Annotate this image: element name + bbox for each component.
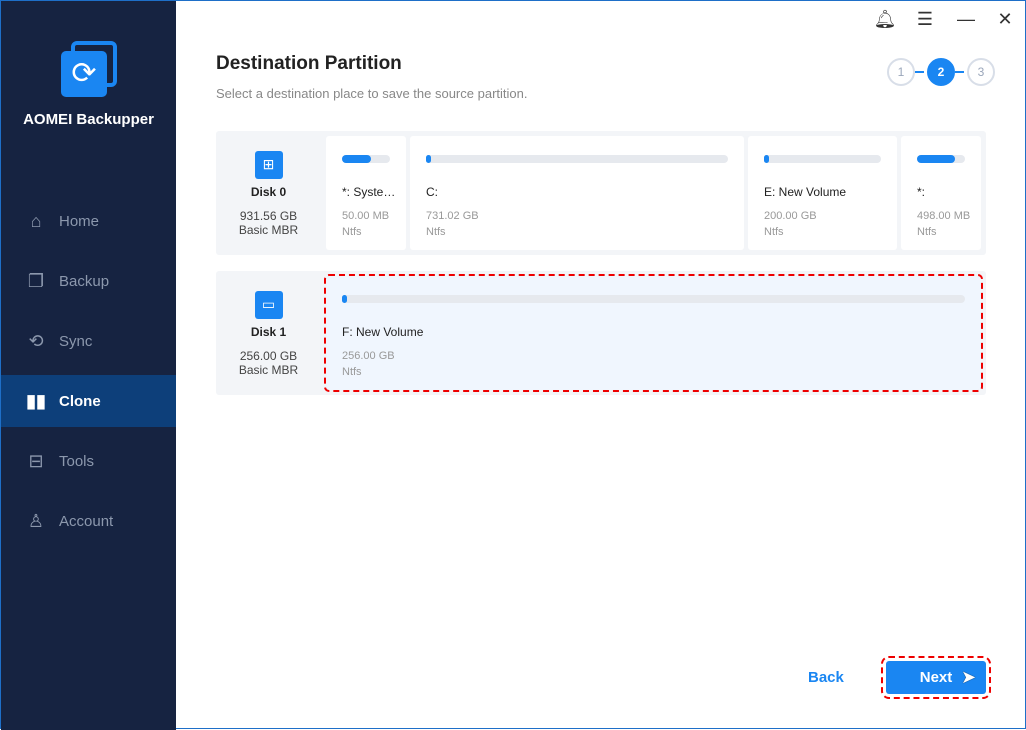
sidebar-item-label: Tools <box>59 452 95 470</box>
sync-icon: ⟲ <box>28 330 44 351</box>
back-button[interactable]: Back <box>808 669 844 686</box>
sidebar-item-label: Home <box>59 212 100 230</box>
partition-size: 498.00 MB <box>917 210 971 222</box>
sidebar: ⟳ AOMEI Backupper ⌂ Home ❐ Backup ⟲ Sync ▮▮… <box>1 1 176 730</box>
partition-fs: Ntfs <box>917 226 937 238</box>
partition-name: F: New Volume <box>342 325 424 339</box>
app-window: ⟳ AOMEI Backupper ⌂ Home ❐ Backup ⟲ Sync ▮▮… <box>0 0 1026 730</box>
disk-type: Basic MBR <box>238 363 299 377</box>
sidebar-item-label: Backup <box>59 272 110 290</box>
minimize-icon[interactable]: — <box>954 9 978 30</box>
menu-icon[interactable]: ☰ <box>913 9 937 30</box>
usage-bar <box>764 155 881 163</box>
sidebar-item-clone[interactable]: ▮▮ Clone <box>1 375 176 427</box>
clone-icon: ▮▮ <box>26 390 46 411</box>
sidebar-item-label: Account <box>59 512 114 530</box>
partition-card[interactable]: E: New Volume 200.00 GB Ntfs <box>748 136 897 250</box>
partition-size: 256.00 GB <box>342 350 395 362</box>
step-2: 2 <box>927 58 955 86</box>
sidebar-item-label: Clone <box>59 392 101 410</box>
partition-name: *: <box>917 185 926 199</box>
usage-bar <box>342 295 965 303</box>
usage-bar <box>426 155 728 163</box>
disk-name: Disk 1 <box>250 325 287 339</box>
partition-name: C: <box>426 185 438 199</box>
app-name: AOMEI Backupper <box>23 111 154 128</box>
step-3: 3 <box>967 58 995 86</box>
page-subtitle: Select a destination place to save the s… <box>216 86 528 101</box>
partition-card[interactable]: C: 731.02 GB Ntfs <box>410 136 744 250</box>
sidebar-item-sync[interactable]: ⟲ Sync <box>1 315 176 367</box>
disk-size: 256.00 GB <box>239 349 298 363</box>
usage-bar <box>917 155 965 163</box>
step-connector <box>915 71 924 73</box>
usage-bar <box>342 155 390 163</box>
partition-card[interactable]: *: System... 50.00 MB Ntfs <box>326 136 406 250</box>
account-icon: ♙ <box>27 510 45 531</box>
backup-icon: ❐ <box>27 270 45 291</box>
partition-fs: Ntfs <box>342 226 362 238</box>
sidebar-item-account[interactable]: ♙ Account <box>1 495 176 547</box>
disk-row: ⊞ Disk 0 931.56 GB Basic MBR *: System..… <box>216 131 986 255</box>
step-connector <box>955 71 964 73</box>
sidebar-item-label: Sync <box>59 332 93 350</box>
bell-icon[interactable]: 🔔︎ <box>873 9 897 30</box>
disk-info: ⊞ Disk 0 931.56 GB Basic MBR <box>216 131 321 255</box>
tools-icon: ⊟ <box>28 450 44 471</box>
partition-name: *: System... <box>342 185 404 199</box>
partition-name: E: New Volume <box>764 185 847 199</box>
app-logo-icon: ⟳ <box>61 41 117 97</box>
disk-icon: ▭ <box>254 291 283 319</box>
sidebar-item-home[interactable]: ⌂ Home <box>1 195 176 247</box>
sidebar-item-backup[interactable]: ❐ Backup <box>1 255 176 307</box>
partition-size: 200.00 GB <box>764 210 817 222</box>
disk-name: Disk 0 <box>250 185 287 199</box>
disk-row: ▭ Disk 1 256.00 GB Basic MBR F: New Volu… <box>216 271 986 395</box>
page-title: Destination Partition <box>216 53 402 74</box>
partition-size: 50.00 MB <box>342 210 390 222</box>
partition-fs: Ntfs <box>342 366 362 378</box>
mouse-cursor-icon: ➤ <box>961 667 977 687</box>
partition-size: 731.02 GB <box>426 210 479 222</box>
disk-icon: ⊞ <box>254 151 283 179</box>
home-icon: ⌂ <box>30 210 42 231</box>
disk-size: 931.56 GB <box>239 209 298 223</box>
step-1: 1 <box>887 58 915 86</box>
disk-info: ▭ Disk 1 256.00 GB Basic MBR <box>216 271 321 395</box>
disk-type: Basic MBR <box>238 223 299 237</box>
partition-card[interactable]: *: 498.00 MB Ntfs <box>901 136 981 250</box>
close-icon[interactable]: ✕ <box>993 9 1017 30</box>
sidebar-item-tools[interactable]: ⊟ Tools <box>1 435 176 487</box>
partition-fs: Ntfs <box>426 226 446 238</box>
partition-fs: Ntfs <box>764 226 784 238</box>
partition-card-selected[interactable]: F: New Volume 256.00 GB Ntfs <box>324 274 983 392</box>
